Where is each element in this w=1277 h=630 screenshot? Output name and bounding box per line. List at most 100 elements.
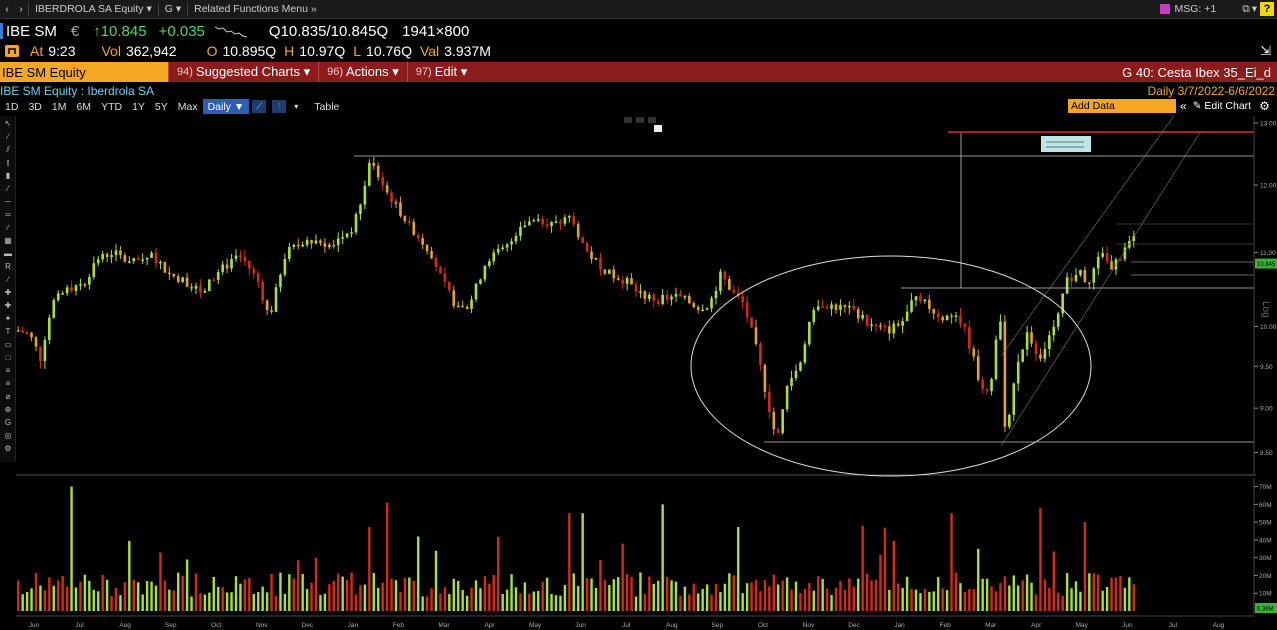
- volume-bar: [1021, 580, 1024, 611]
- dropdown-icon[interactable]: ▾: [1252, 3, 1257, 15]
- list-tool-icon[interactable]: ≡: [2, 366, 14, 376]
- candle-body: [279, 274, 282, 288]
- month-label: Dec: [848, 622, 860, 629]
- volume-bar: [621, 543, 624, 611]
- volume-bar: [625, 574, 629, 611]
- range-button-5y[interactable]: 5Y: [150, 99, 173, 114]
- star-tool-icon[interactable]: ✦: [2, 314, 14, 324]
- rect-tool-icon[interactable]: ▮: [2, 171, 14, 181]
- volume-bar: [781, 580, 784, 611]
- candle-body: [1065, 277, 1069, 294]
- volume-bar: [941, 588, 944, 611]
- month-label: Feb: [940, 622, 952, 629]
- volume-bar: [292, 578, 295, 611]
- range-button-max[interactable]: Max: [173, 99, 203, 114]
- range-button-3d[interactable]: 3D: [23, 99, 46, 114]
- forward-arrow-icon[interactable]: ›: [14, 0, 28, 19]
- menu-tool-icon[interactable]: ≡: [2, 379, 14, 389]
- window-icon[interactable]: ⧉: [1242, 3, 1250, 16]
- square-tool-icon[interactable]: □: [2, 353, 14, 363]
- security-menu[interactable]: IBERDROLA SA Equity ▾: [28, 2, 158, 16]
- volume-bar: [874, 579, 878, 611]
- candle-body: [696, 307, 700, 311]
- table-button[interactable]: Table: [309, 99, 344, 114]
- volume-bar: [328, 584, 331, 611]
- cross-tool-icon[interactable]: ✚: [2, 288, 14, 298]
- volume-bar: [30, 588, 33, 611]
- pencil-tool-icon[interactable]: ∕: [2, 275, 14, 285]
- circle-tool-icon[interactable]: ⌀: [2, 392, 14, 402]
- settings-tool-icon[interactable]: ⚙: [2, 444, 14, 454]
- range-button-1y[interactable]: 1Y: [127, 99, 150, 114]
- price-chart[interactable]: 13.00 12.00 11.00 10.00 9.50 9.00 8.50 10.845 Lo…: [16, 116, 1277, 630]
- volume-bar: [39, 585, 42, 611]
- back-arrow-icon[interactable]: ‹: [0, 0, 14, 19]
- date-range[interactable]: Daily 3/7/2022-6/6/2022: [1148, 84, 1277, 98]
- cursor-tool-icon[interactable]: ↖: [2, 119, 14, 129]
- line-tool-icon[interactable]: ∕: [2, 132, 14, 142]
- candle-body: [372, 162, 376, 166]
- candle-body: [928, 299, 931, 309]
- add-data-input[interactable]: Add Data: [1068, 99, 1176, 113]
- more-dropdown-icon[interactable]: ▾: [289, 99, 303, 114]
- collapse-icon[interactable]: «: [1180, 99, 1187, 113]
- indicator-icon[interactable]: ⫶: [272, 100, 287, 113]
- range-button-1m[interactable]: 1M: [47, 99, 72, 114]
- message-count[interactable]: MSG: +1: [1174, 3, 1216, 15]
- help-button[interactable]: ?: [1260, 2, 1274, 16]
- candle-body: [674, 293, 678, 297]
- candle-body: [883, 325, 887, 328]
- range-button-ytd[interactable]: YTD: [96, 99, 127, 114]
- target-tool-icon[interactable]: ◎: [2, 431, 14, 441]
- related-functions-menu[interactable]: Related Functions Menu »: [187, 2, 323, 16]
- volume-bar: [439, 593, 442, 611]
- chart-type-icon[interactable]: ⟋: [252, 100, 267, 113]
- candle-body: [310, 240, 313, 244]
- fib-tool-icon[interactable]: ⫾: [2, 158, 14, 168]
- r-tool-icon[interactable]: R: [2, 262, 14, 272]
- trend-tool-icon[interactable]: ∕: [2, 223, 14, 233]
- zoom-in-icon: [636, 117, 644, 123]
- edit-chart-button[interactable]: ✎ Edit Chart: [1193, 100, 1251, 112]
- last-volume-tag: 6.36M: [1257, 607, 1274, 613]
- range-button-6m[interactable]: 6M: [71, 99, 96, 114]
- actions-menu[interactable]: 96) Actions ▾: [318, 62, 407, 82]
- zoom-tool-icon[interactable]: ⊕: [2, 405, 14, 415]
- message-icon[interactable]: [1160, 4, 1171, 14]
- settings-icon[interactable]: ⚙: [1259, 99, 1270, 113]
- crosshair-tool-icon[interactable]: ✚: [2, 301, 14, 311]
- edit-menu[interactable]: 97) Edit ▾: [406, 62, 475, 82]
- candle-body: [1079, 270, 1082, 276]
- candle-body: [443, 273, 447, 282]
- volume-bar: [630, 576, 633, 611]
- box-tool-icon[interactable]: ▭: [2, 340, 14, 350]
- chart-template-name[interactable]: G 40: Cesta Ibex 35_Ei_d: [1122, 65, 1277, 80]
- candle-body: [1012, 383, 1016, 415]
- g-menu[interactable]: G ▾: [157, 2, 187, 16]
- bar-tool-icon[interactable]: ▬: [2, 249, 14, 259]
- security-field[interactable]: IBE SM Equity: [0, 62, 168, 82]
- channel-tool-icon[interactable]: ═: [2, 210, 14, 220]
- candle-body: [985, 388, 989, 392]
- candle-body: [390, 192, 393, 203]
- volume-bar: [972, 589, 975, 611]
- expand-icon[interactable]: ⇲: [1260, 43, 1271, 59]
- range-button-1d[interactable]: 1D: [0, 99, 23, 114]
- text-tool-icon[interactable]: T: [2, 327, 14, 337]
- hline-tool-icon[interactable]: ─: [2, 197, 14, 207]
- parallel-tool-icon[interactable]: ⫽: [2, 145, 14, 155]
- volume-bar: [1030, 582, 1033, 611]
- g-tool-icon[interactable]: G: [2, 418, 14, 428]
- candle-body: [812, 309, 816, 322]
- grid-tool-icon[interactable]: ▦: [2, 236, 14, 246]
- month-label: Nov: [803, 622, 815, 629]
- volume-bar: [892, 540, 895, 611]
- candle-body: [408, 221, 411, 223]
- period-dropdown[interactable]: Daily ▼: [202, 99, 250, 114]
- volume-bar: [314, 557, 318, 611]
- candle-body: [43, 339, 47, 362]
- suggested-charts-menu[interactable]: 94) Suggested Charts ▾: [168, 62, 318, 82]
- volume-bar: [1092, 573, 1095, 611]
- candle-body: [1083, 270, 1087, 283]
- ray-tool-icon[interactable]: ⁄: [2, 184, 14, 194]
